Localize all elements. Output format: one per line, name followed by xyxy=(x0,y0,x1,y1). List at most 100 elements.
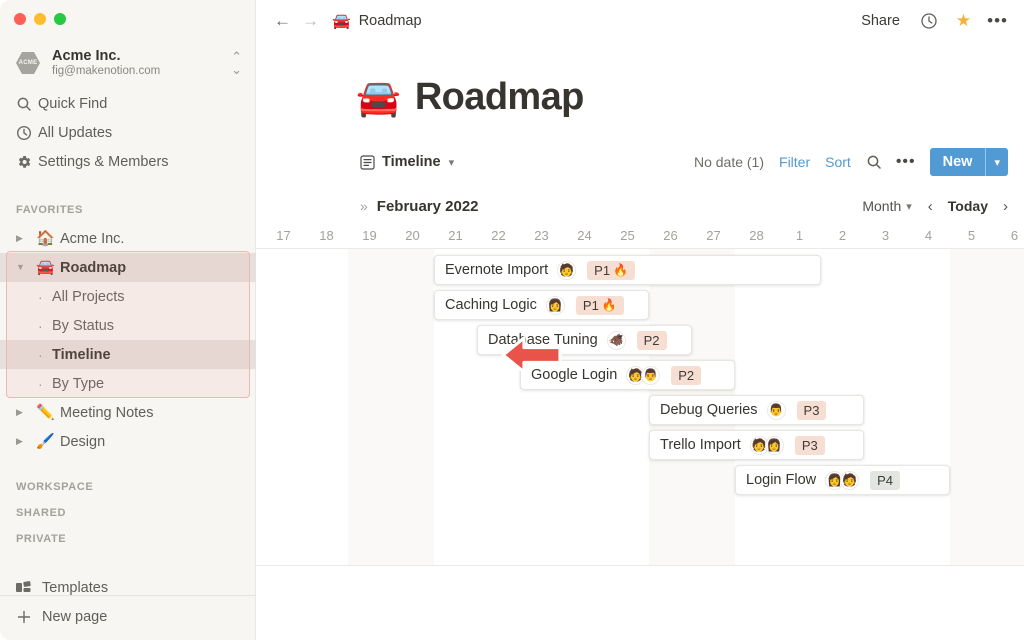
sidebar-section-private[interactable]: PRIVATE xyxy=(16,533,66,545)
ellipsis-icon[interactable]: ••• xyxy=(896,153,916,171)
assignee-avatars[interactable]: 🧑 👨 xyxy=(626,365,661,385)
assignee-avatars[interactable]: 👨 xyxy=(766,400,786,420)
sidebar-item-templates[interactable]: Templates xyxy=(0,574,256,601)
timeline-month-label: February 2022 xyxy=(376,197,479,215)
sidebar-item-by-status[interactable]: · By Status xyxy=(0,311,256,340)
chevron-left-icon[interactable]: ‹ xyxy=(928,198,933,215)
timeline-date-cell: 5 xyxy=(967,227,976,243)
minimize-window-button[interactable] xyxy=(34,13,46,25)
avatar: 🧑 xyxy=(840,470,860,490)
avatar: 👨 xyxy=(766,400,786,420)
avatar: 🐗 xyxy=(606,330,626,350)
assignee-avatars[interactable]: 👩 xyxy=(545,295,565,315)
sidebar: ACME Acme Inc. fig@makenotion.com ⌃ ⌄ Qui… xyxy=(0,0,256,640)
sidebar-item-acme-inc[interactable]: ▶ 🏠 Acme Inc. xyxy=(0,224,256,253)
timeline-date-cell: 4 xyxy=(924,227,933,243)
ellipsis-icon[interactable]: ••• xyxy=(987,11,1008,31)
chevron-right-icon[interactable]: › xyxy=(1003,198,1008,215)
page-title-text[interactable]: Roadmap xyxy=(415,76,585,119)
timeline-date-cell: 23 xyxy=(534,227,549,243)
priority-badge-label: P3 xyxy=(803,402,820,418)
chevron-updown-icon[interactable]: ⌃ ⌄ xyxy=(231,50,242,76)
pencil-icon: ✏️ xyxy=(36,404,55,421)
timeline-card[interactable]: Trello Import 🧑 👩 P3 xyxy=(649,430,864,460)
timeline-card[interactable]: Evernote Import 🧑 P1 🔥 xyxy=(434,255,821,285)
sidebar-item-roadmap[interactable]: ▼ 🚘 Roadmap xyxy=(0,253,256,282)
timeline-grid[interactable]: + New Evernote Import🧑P1🔥Caching Logic👩P… xyxy=(256,249,1024,565)
gear-icon xyxy=(16,154,38,170)
sidebar-item-new-page[interactable]: New page xyxy=(0,603,256,630)
sidebar-item-quick-find[interactable]: Quick Find xyxy=(0,89,256,118)
assignee-avatars[interactable]: 👩 🧑 xyxy=(825,470,860,490)
search-icon[interactable] xyxy=(866,154,882,170)
sidebar-item-timeline[interactable]: · Timeline xyxy=(0,340,256,369)
clock-icon[interactable] xyxy=(920,12,938,30)
workspace-logo-text: ACME xyxy=(18,60,38,66)
timeline-date-cell: 6 xyxy=(1010,227,1019,243)
sidebar-item-label: Quick Find xyxy=(38,95,108,112)
assignee-avatars[interactable]: 🧑 xyxy=(557,260,577,280)
assignee-avatars[interactable]: 🐗 xyxy=(606,330,626,350)
today-button[interactable]: Today xyxy=(948,198,988,214)
chevron-down-icon[interactable]: ▾ xyxy=(449,156,455,169)
sidebar-item-meeting-notes[interactable]: ▶ ✏️ Meeting Notes xyxy=(0,398,256,427)
timeline-date-cell: 17 xyxy=(276,227,291,243)
chevron-down-icon[interactable]: ▾ xyxy=(986,148,1008,176)
sidebar-item-all-projects[interactable]: · All Projects xyxy=(0,282,256,311)
new-button[interactable]: New xyxy=(930,148,986,176)
sort-button[interactable]: Sort xyxy=(825,154,851,170)
sidebar-divider xyxy=(0,595,256,596)
timeline-date-cell: 25 xyxy=(620,227,635,243)
workspace-text: Acme Inc. fig@makenotion.com xyxy=(52,48,231,79)
timeline-card[interactable]: Login Flow 👩 🧑 P4 xyxy=(735,465,950,495)
timeline-scale-label[interactable]: Month xyxy=(862,198,901,214)
avatar: 👩 xyxy=(545,295,565,315)
chevron-right-icon[interactable]: ▶ xyxy=(16,408,36,417)
sidebar-item-label: Acme Inc. xyxy=(60,230,125,247)
timeline-card[interactable]: Caching Logic 👩 P1 🔥 xyxy=(434,290,649,320)
sidebar-item-settings-members[interactable]: Settings & Members xyxy=(0,147,256,176)
sidebar-item-all-updates[interactable]: All Updates xyxy=(0,118,256,147)
assignee-avatars[interactable]: 🧑 👩 xyxy=(749,435,784,455)
sidebar-item-by-type[interactable]: · By Type xyxy=(0,369,256,398)
share-button[interactable]: Share xyxy=(861,13,900,29)
chevron-down-icon[interactable]: ▾ xyxy=(906,200,912,213)
fire-icon: 🔥 xyxy=(613,263,629,277)
car-icon[interactable]: 🚘 xyxy=(356,79,401,116)
arrow-left-icon[interactable]: ← xyxy=(274,11,302,31)
clock-icon xyxy=(16,125,38,141)
priority-badge-label: P3 xyxy=(801,437,818,453)
timeline-card[interactable]: Google Login 🧑 👨 P2 xyxy=(520,360,735,390)
house-icon: 🏠 xyxy=(36,230,55,247)
timeline-card[interactable]: Debug Queries 👨 P3 xyxy=(649,395,864,425)
avatar: 👨 xyxy=(641,365,661,385)
page-title: 🚘 Roadmap xyxy=(356,76,584,119)
new-button-group[interactable]: New ▾ xyxy=(929,148,1008,176)
sidebar-section-workspace[interactable]: WORKSPACE xyxy=(16,481,93,493)
chevron-right-icon[interactable]: ▶ xyxy=(16,234,36,243)
bullet-icon: · xyxy=(38,317,43,334)
sidebar-item-label: All Projects xyxy=(52,288,125,305)
topbar: ← → 🚘 Roadmap Share ★ ••• xyxy=(256,0,1024,42)
sidebar-section-shared[interactable]: SHARED xyxy=(16,507,66,519)
priority-badge: P2 xyxy=(636,330,667,350)
timeline-card[interactable]: Database Tuning 🐗 P2 xyxy=(477,325,692,355)
close-window-button[interactable] xyxy=(14,13,26,25)
timeline-card-title: Caching Logic xyxy=(445,297,537,313)
star-icon[interactable]: ★ xyxy=(956,11,971,31)
maximize-window-button[interactable] xyxy=(54,13,66,25)
double-chevron-right-icon[interactable]: » xyxy=(360,198,368,214)
sidebar-item-label: Roadmap xyxy=(60,259,127,276)
breadcrumb[interactable]: Roadmap xyxy=(359,13,422,29)
sidebar-item-design[interactable]: ▶ 🖌️ Design xyxy=(0,427,256,456)
arrow-right-icon[interactable]: → xyxy=(302,11,330,31)
sidebar-item-label: Templates xyxy=(42,579,109,596)
chevron-down-icon[interactable]: ▼ xyxy=(16,263,36,272)
filter-button[interactable]: Filter xyxy=(779,154,810,170)
no-date-count[interactable]: No date (1) xyxy=(694,154,764,170)
workspace-switcher[interactable]: ACME Acme Inc. fig@makenotion.com ⌃ ⌄ xyxy=(0,42,256,84)
tab-timeline[interactable]: Timeline ▾ xyxy=(360,154,454,170)
timeline-card-title: Database Tuning xyxy=(488,332,598,348)
sidebar-item-label: By Status xyxy=(52,317,115,334)
chevron-right-icon[interactable]: ▶ xyxy=(16,437,36,446)
